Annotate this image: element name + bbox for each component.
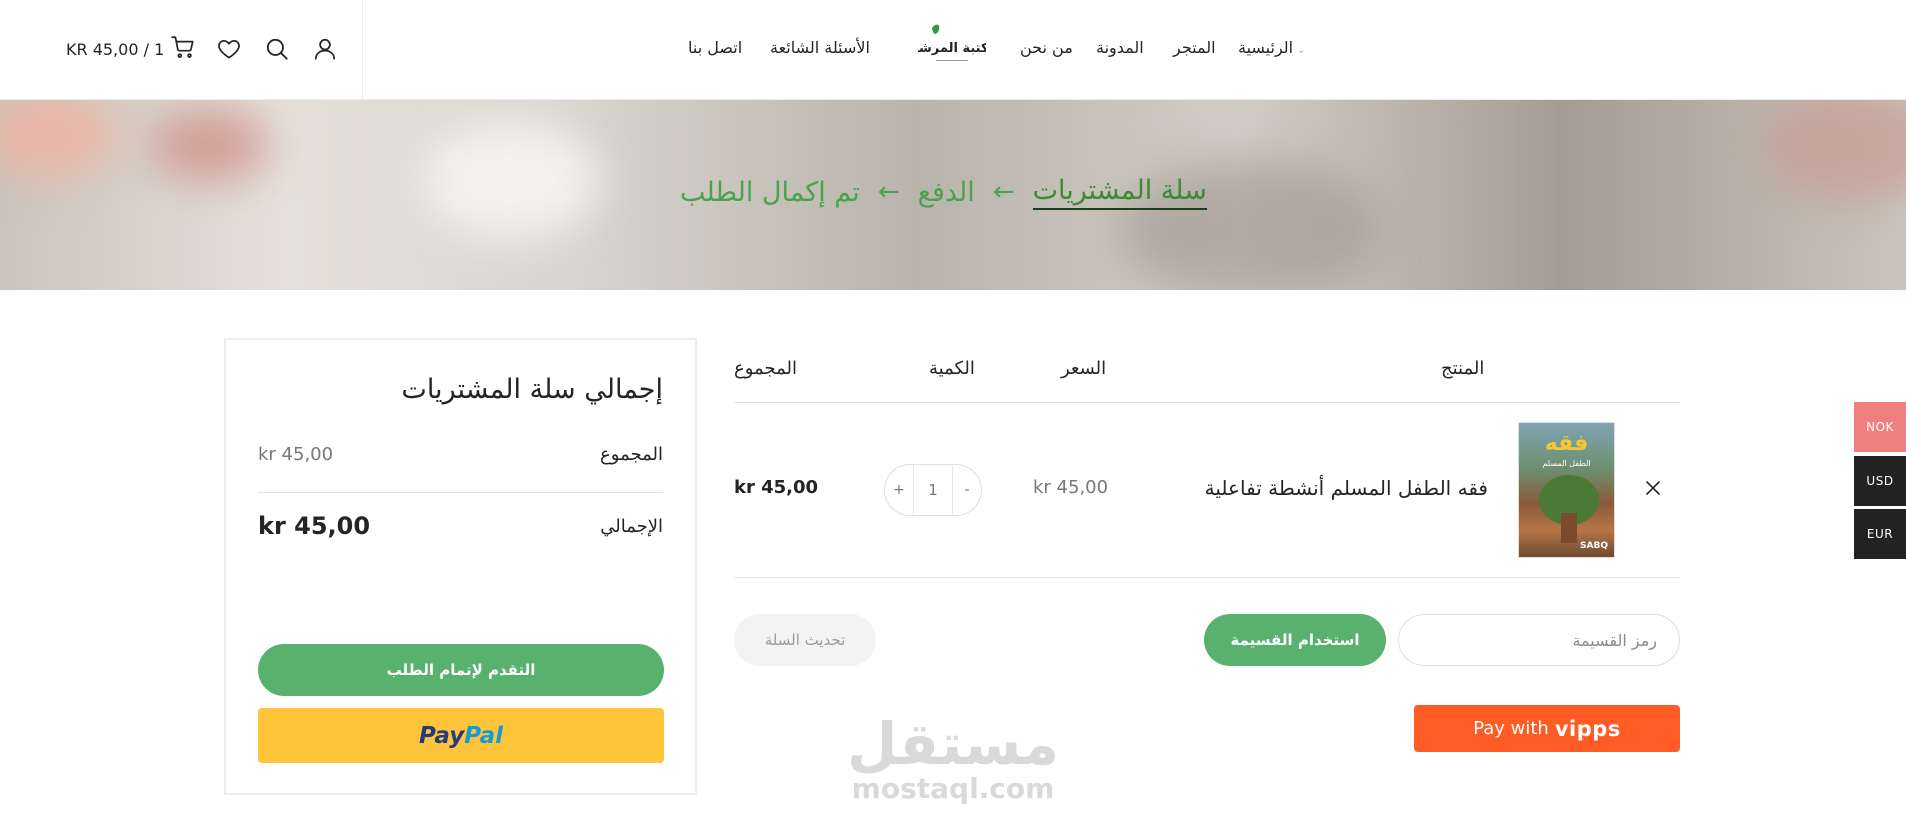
subtotal-label: المجموع bbox=[600, 444, 663, 465]
mostaql-watermark: مستقل mostaql.com bbox=[842, 714, 1064, 804]
site-header: KR 45,00 / 1 اتصل بنا الأسئلة الشائعة تب… bbox=[0, 0, 1906, 100]
watermark-latin: mostaql.com bbox=[851, 772, 1055, 805]
clipped-footer-text bbox=[1320, 820, 1680, 831]
quantity-stepper: + 1 - bbox=[884, 464, 982, 516]
thumb-trunk-art bbox=[1561, 513, 1577, 543]
banner-decoration bbox=[0, 100, 120, 180]
total-label: الإجمالي bbox=[600, 515, 663, 537]
qty-increase-button[interactable]: + bbox=[885, 465, 913, 515]
totals-subtotal-row: المجموع kr 45,00 bbox=[258, 444, 663, 465]
proceed-to-checkout-button[interactable]: التقدم لإتمام الطلب bbox=[258, 644, 664, 696]
column-header-price: السعر bbox=[1061, 358, 1107, 379]
nav-home[interactable]: ⌄الرئيسية bbox=[1238, 38, 1306, 57]
banner-decoration bbox=[1760, 100, 1906, 200]
vipps-logo: vipps bbox=[1554, 716, 1621, 741]
cart-total-text[interactable]: KR 45,00 / 1 bbox=[66, 40, 164, 59]
table-divider bbox=[734, 577, 1680, 578]
step-checkout[interactable]: الدفع bbox=[918, 177, 975, 208]
vipps-label: Pay with bbox=[1473, 718, 1549, 739]
step-cart[interactable]: سلة المشتريات bbox=[1032, 175, 1207, 210]
chevron-down-icon: ⌄ bbox=[1297, 45, 1306, 56]
table-divider bbox=[734, 402, 1680, 403]
nav-shop[interactable]: المتجر bbox=[1173, 38, 1216, 57]
product-thumbnail[interactable]: فقه الطفل المسلم SABQ bbox=[1518, 422, 1615, 558]
cart-totals-title: إجمالي سلة المشتريات bbox=[401, 374, 663, 405]
nav-contact[interactable]: اتصل بنا bbox=[688, 38, 742, 57]
logo-text: مكتبة المرشاد bbox=[918, 41, 986, 56]
site-logo[interactable]: مكتبة المرشاد bbox=[907, 22, 997, 66]
update-cart-button[interactable]: تحديث السلة bbox=[734, 614, 876, 666]
total-value: kr 45,00 bbox=[258, 512, 371, 540]
arrow-left-icon: ← bbox=[992, 177, 1015, 207]
apply-coupon-button[interactable]: استخدام القسيمة bbox=[1204, 614, 1386, 666]
paypal-logo-pay: Pay bbox=[419, 722, 465, 749]
column-header-subtotal: المجموع bbox=[734, 358, 797, 379]
product-price: kr 45,00 bbox=[1033, 477, 1109, 498]
banner-decoration bbox=[420, 120, 600, 240]
coupon-code-input[interactable]: رمز القسيمة bbox=[1398, 614, 1680, 666]
cart-icon[interactable] bbox=[170, 34, 196, 64]
thumb-subtitle: الطفل المسلم bbox=[1542, 459, 1591, 468]
paypal-logo-pal: Pal bbox=[464, 722, 503, 749]
thumb-title: فقه bbox=[1544, 431, 1589, 456]
currency-usd[interactable]: USD bbox=[1854, 456, 1906, 506]
thumb-brand: SABQ bbox=[1580, 541, 1608, 551]
nav-faq[interactable]: الأسئلة الشائعة bbox=[770, 38, 870, 57]
totals-divider bbox=[258, 492, 663, 493]
qty-input[interactable]: 1 bbox=[913, 465, 953, 515]
banner-decoration bbox=[150, 110, 270, 180]
nav-blog[interactable]: المدونة bbox=[1096, 38, 1144, 57]
currency-nok[interactable]: NOK bbox=[1854, 402, 1906, 452]
currency-eur[interactable]: EUR bbox=[1854, 509, 1906, 559]
paypal-button[interactable]: Pay Pal bbox=[258, 708, 664, 763]
search-icon[interactable] bbox=[262, 34, 292, 64]
step-complete[interactable]: تم إكمال الطلب bbox=[680, 177, 860, 208]
cart-totals-box: إجمالي سلة المشتريات المجموع kr 45,00 ال… bbox=[224, 338, 697, 795]
subtotal-value: kr 45,00 bbox=[258, 444, 334, 465]
checkout-steps: سلة المشتريات ← الدفع ← تم إكمال الطلب bbox=[680, 172, 1207, 212]
nav-home-label: الرئيسية bbox=[1238, 38, 1294, 57]
header-cart[interactable]: KR 45,00 / 1 bbox=[66, 34, 196, 64]
column-header-product: المنتج bbox=[1441, 358, 1485, 379]
watermark-arabic: مستقل bbox=[846, 710, 1060, 778]
wishlist-icon[interactable] bbox=[214, 34, 244, 64]
arrow-left-icon: ← bbox=[877, 177, 900, 207]
line-subtotal: kr 45,00 bbox=[734, 477, 819, 498]
totals-total-row: الإجمالي kr 45,00 bbox=[258, 512, 663, 540]
column-header-quantity: الكمية bbox=[929, 358, 975, 379]
header-tools: KR 45,00 / 1 bbox=[0, 0, 363, 100]
account-icon[interactable] bbox=[310, 34, 340, 64]
remove-item-icon[interactable] bbox=[1643, 478, 1663, 498]
nav-about[interactable]: من نحن bbox=[1020, 38, 1073, 57]
product-name-link[interactable]: فقه الطفل المسلم أنشطة تفاعلية bbox=[1205, 476, 1488, 500]
qty-decrease-button[interactable]: - bbox=[953, 465, 981, 515]
vipps-pay-button[interactable]: Pay with vipps bbox=[1414, 705, 1680, 752]
